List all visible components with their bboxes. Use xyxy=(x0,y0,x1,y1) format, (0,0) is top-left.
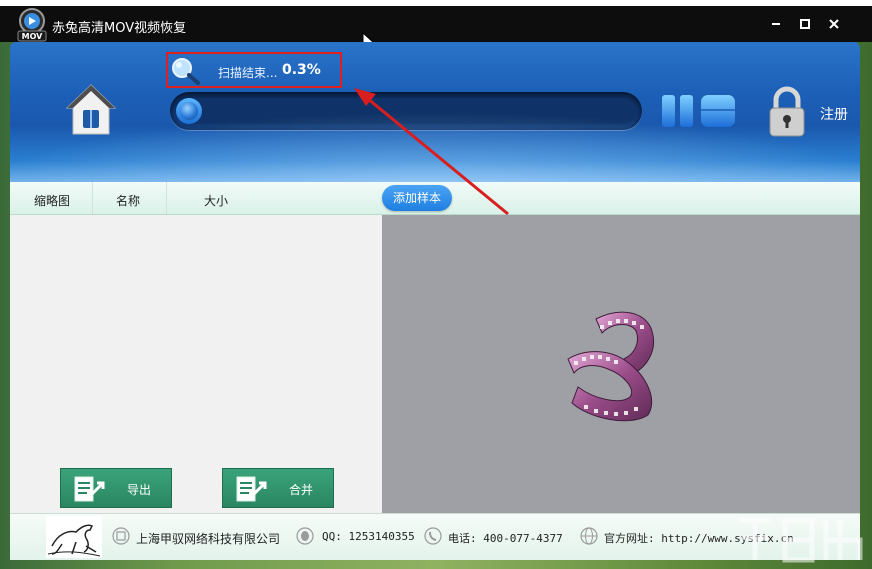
maximize-icon xyxy=(800,19,810,29)
lock-icon[interactable] xyxy=(766,86,808,138)
home-icon[interactable] xyxy=(64,82,118,138)
toolbar-header: 扫描结束... 0.3% 注册 xyxy=(10,42,860,182)
app-title: 赤兔高清MOV视频恢复 xyxy=(52,21,187,36)
close-icon xyxy=(829,19,839,29)
horse-logo-icon xyxy=(46,516,102,558)
export-button[interactable]: 导出 xyxy=(60,468,172,508)
mov-logo-icon: MOV xyxy=(17,8,47,42)
company-icon xyxy=(112,527,130,545)
column-size[interactable]: 大小 xyxy=(204,192,228,209)
export-label: 导出 xyxy=(127,483,152,497)
logo-text: MOV xyxy=(22,32,44,41)
column-divider xyxy=(92,182,93,214)
pause-icon[interactable] xyxy=(660,94,696,128)
scan-status-highlight xyxy=(166,52,342,88)
phone-number: 电话: 400-077-4377 xyxy=(448,532,563,545)
globe-icon xyxy=(580,527,598,545)
phone-icon xyxy=(424,527,442,545)
preview-pane xyxy=(382,215,860,513)
file-list-header: 缩略图 名称 大小 添加样本 xyxy=(10,182,860,215)
merge-icon xyxy=(236,476,267,502)
merge-label: 合并 xyxy=(289,483,314,497)
close-button[interactable] xyxy=(826,16,842,32)
export-icon xyxy=(74,476,105,502)
minimize-button[interactable] xyxy=(768,16,784,32)
company-name: 上海甲驭网络科技有限公司 xyxy=(136,532,281,546)
register-label[interactable]: 注册 xyxy=(820,104,848,124)
site-watermark-icon xyxy=(740,517,863,563)
add-sample-button[interactable]: 添加样本 xyxy=(382,185,452,211)
column-thumbnail[interactable]: 缩略图 xyxy=(34,192,70,209)
merge-button[interactable]: 合并 xyxy=(222,468,334,508)
progress-knob xyxy=(180,102,198,120)
column-divider xyxy=(166,182,167,214)
minimize-icon xyxy=(772,23,780,25)
qq-number: QQ: 1253140355 xyxy=(322,530,415,543)
qq-icon xyxy=(296,527,314,545)
scan-progress-bar xyxy=(170,92,642,130)
title-bar[interactable]: MOV 赤兔高清MOV视频恢复 xyxy=(0,6,872,52)
app-window: MOV 赤兔高清MOV视频恢复 扫描结束... 0.3% 注册 缩略图 名称 大… xyxy=(0,0,872,569)
maximize-button[interactable] xyxy=(797,16,813,32)
column-name[interactable]: 名称 xyxy=(116,192,140,209)
stop-icon[interactable] xyxy=(700,94,736,128)
film-reel-icon xyxy=(567,311,654,422)
file-list[interactable]: 导出 合并 xyxy=(10,215,382,513)
